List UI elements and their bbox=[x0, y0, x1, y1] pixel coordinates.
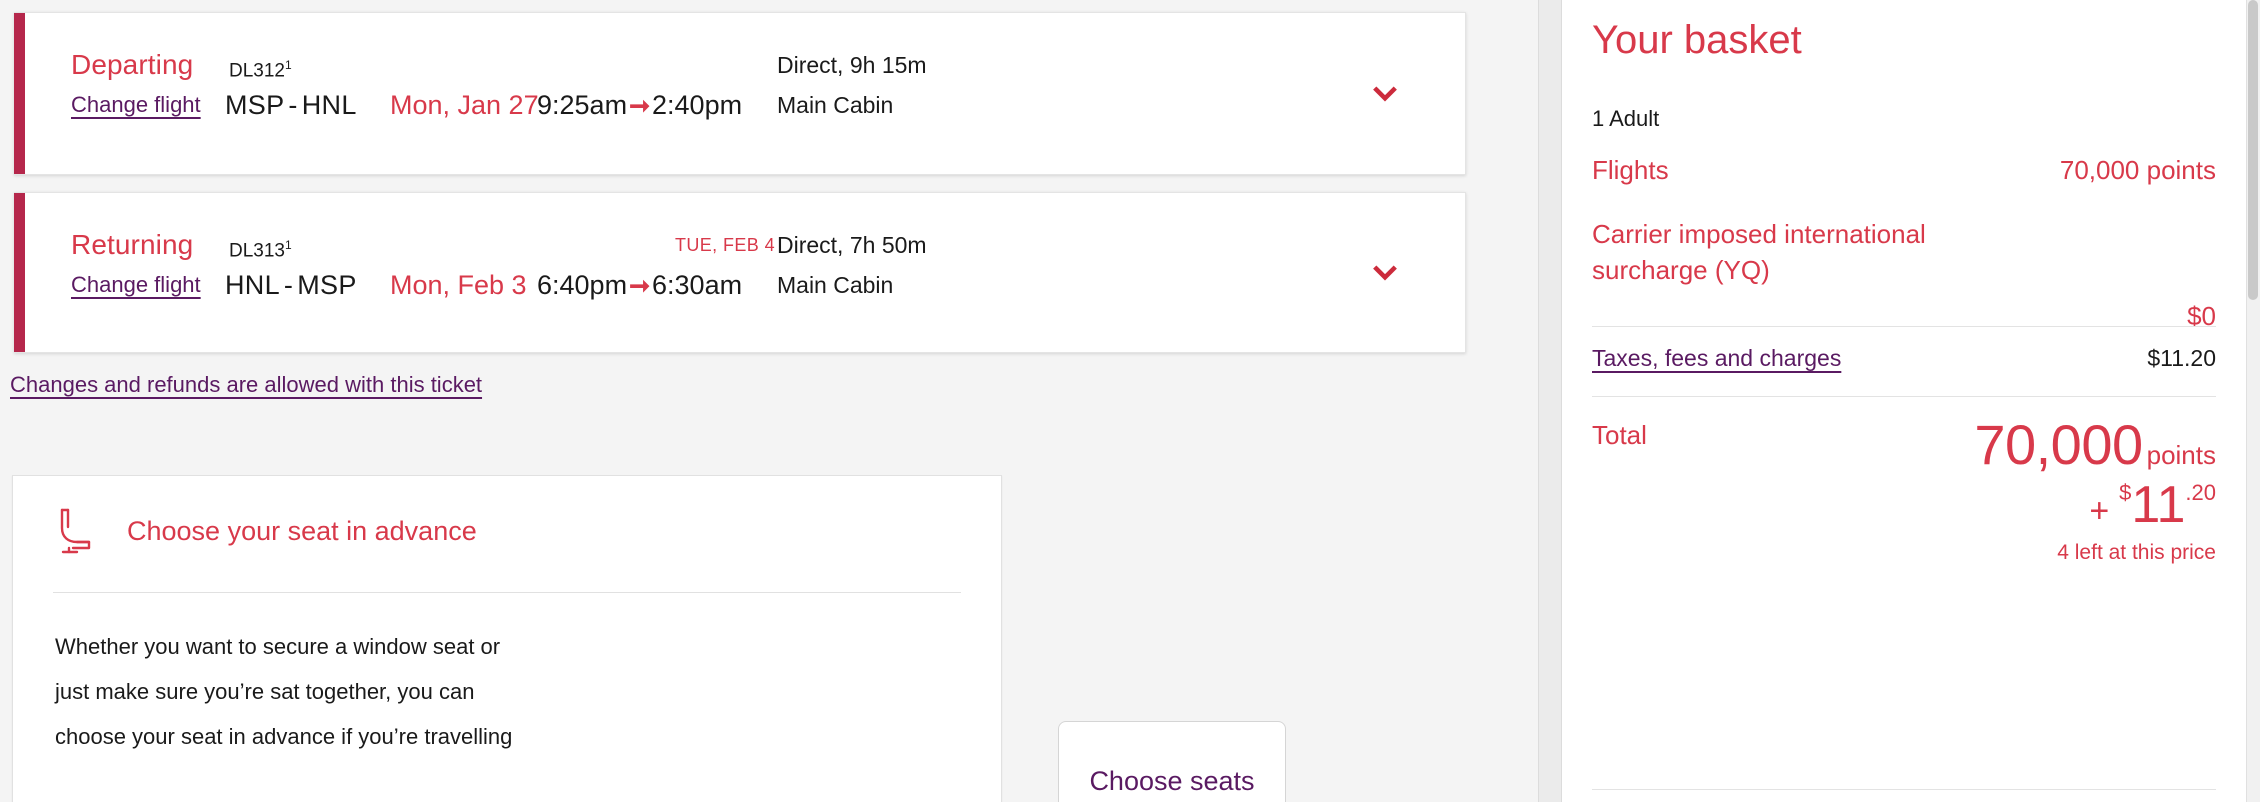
flight-date: Mon, Jan 27 bbox=[390, 90, 539, 120]
basket-row-taxes: Taxes, fees and charges $11.20 bbox=[1592, 342, 2216, 374]
flight-number-footnote: 1 bbox=[285, 238, 292, 252]
total-plus-sign: + bbox=[2089, 492, 2110, 530]
flight-row-bottom: Change flight HNL - MSP Mon, Feb 3 6:40pm➞… bbox=[25, 265, 1465, 305]
basket-panel: Your basket 1 Adult Flights 70,000 point… bbox=[1562, 0, 2260, 802]
seats-left-notice: 4 left at this price bbox=[2057, 541, 2216, 564]
destination-code: MSP bbox=[297, 270, 357, 300]
flight-card-departing[interactable]: Departing DL3121 Direct, 9h 15m Change f… bbox=[14, 12, 1466, 175]
chevron-down-icon[interactable] bbox=[1372, 260, 1398, 286]
itinerary-column: Departing DL3121 Direct, 9h 15m Change f… bbox=[0, 0, 1538, 802]
flight-row-bottom: Change flight MSP - HNL Mon, Jan 27 9:25am… bbox=[25, 85, 1465, 125]
choose-seat-title: Choose your seat in advance bbox=[127, 515, 477, 546]
arrow-right-icon: ➞ bbox=[629, 92, 651, 120]
currency-symbol: $ bbox=[2119, 480, 2132, 505]
change-flight-link[interactable]: Change flight bbox=[71, 85, 201, 125]
duration-label: Direct, 9h 15m bbox=[777, 52, 927, 78]
origin-code: MSP bbox=[225, 90, 285, 120]
flight-number-footnote: 1 bbox=[285, 58, 292, 72]
depart-time: 6:40pm bbox=[537, 270, 628, 300]
total-points-line: 70,000 points bbox=[1592, 412, 2216, 477]
page-root: Departing DL3121 Direct, 9h 15m Change f… bbox=[0, 0, 2260, 802]
route: MSP - HNL bbox=[225, 85, 357, 125]
arrival-day-badge: TUE, FEB 4 bbox=[674, 235, 775, 255]
flight-card-returning[interactable]: Returning DL3131 TUE, FEB 4 Direct, 7h 5… bbox=[14, 192, 1466, 353]
page-scrollbar[interactable] bbox=[2246, 0, 2260, 802]
destination-code: HNL bbox=[301, 90, 357, 120]
total-label: Total bbox=[1592, 420, 1647, 450]
page-scrollbar-thumb[interactable] bbox=[2248, 0, 2258, 300]
flight-row-top: Returning DL3131 TUE, FEB 4 Direct, 7h 5… bbox=[25, 225, 1465, 265]
duration-label: Direct, 7h 50m bbox=[777, 232, 927, 258]
basket-divider bbox=[1592, 789, 2216, 790]
changes-refunds-link[interactable]: Changes and refunds are allowed with thi… bbox=[10, 372, 482, 398]
basket-flights-value: 70,000 points bbox=[2059, 155, 2216, 185]
seat-description-line: Whether you want to secure a window seat… bbox=[55, 634, 501, 659]
arrive-time: 2:40pm bbox=[652, 90, 743, 120]
column-gutter bbox=[1538, 0, 1562, 802]
basket-total-block: Total 70,000 points + $11.20 4 left at thi… bbox=[1592, 412, 2216, 565]
flight-number-text: DL313 bbox=[229, 240, 285, 262]
taxes-fees-link[interactable]: Taxes, fees and charges bbox=[1592, 342, 1841, 374]
flight-date: Mon, Feb 3 bbox=[390, 270, 527, 300]
total-cash-whole: 11 bbox=[2131, 476, 2186, 534]
card-accent-bar bbox=[14, 193, 25, 352]
total-points-number: 70,000 bbox=[1974, 413, 2143, 476]
total-cash-line: + $11.20 bbox=[1592, 479, 2216, 531]
flight-times: 9:25am➞2:40pm bbox=[537, 85, 742, 126]
arrive-time: 6:30am bbox=[652, 270, 743, 300]
chevron-down-icon[interactable] bbox=[1372, 81, 1398, 107]
choose-seat-header: Choose your seat in advance bbox=[13, 476, 477, 586]
choose-seat-description: Whether you want to secure a window seat… bbox=[55, 624, 695, 759]
choose-seat-card: Choose your seat in advance Whether you … bbox=[12, 475, 1002, 802]
airline-seat-icon bbox=[55, 508, 97, 554]
depart-time: 9:25am bbox=[537, 90, 628, 120]
total-cash-cents: .20 bbox=[2185, 480, 2216, 505]
seat-description-line: choose your seat in advance if you’re tr… bbox=[55, 724, 513, 749]
basket-flights-label: Flights bbox=[1592, 155, 1669, 185]
passenger-count: 1 Adult bbox=[1592, 106, 1660, 131]
route: HNL - MSP bbox=[225, 265, 357, 305]
flight-number-text: DL312 bbox=[229, 60, 285, 82]
flight-card-content: Departing DL3121 Direct, 9h 15m Change f… bbox=[25, 13, 1465, 174]
cabin-label: Main Cabin bbox=[777, 272, 894, 298]
basket-surcharge-value: $0 bbox=[2187, 301, 2216, 331]
origin-code: HNL bbox=[225, 270, 280, 300]
route-dash: - bbox=[288, 90, 298, 120]
total-amounts: 70,000 points + $11.20 4 left at this pric… bbox=[1592, 412, 2216, 565]
total-points-word: points bbox=[2146, 440, 2216, 470]
taxes-fees-value: $11.20 bbox=[2147, 345, 2216, 371]
route-dash: - bbox=[283, 270, 294, 300]
choose-seats-button[interactable]: Choose seats bbox=[1058, 721, 1286, 802]
flight-row-top: Departing DL3121 Direct, 9h 15m bbox=[25, 45, 1465, 85]
direction-label: Departing bbox=[71, 49, 194, 80]
flight-card-content: Returning DL3131 TUE, FEB 4 Direct, 7h 5… bbox=[25, 193, 1465, 352]
flight-times: 6:40pm➞6:30am bbox=[537, 265, 742, 306]
basket-title: Your basket bbox=[1592, 18, 1802, 62]
basket-surcharge-label: Carrier imposed international surcharge … bbox=[1592, 219, 1926, 285]
cabin-label: Main Cabin bbox=[777, 92, 894, 118]
basket-divider bbox=[1592, 396, 2216, 397]
arrow-right-icon: ➞ bbox=[629, 272, 651, 300]
change-flight-link[interactable]: Change flight bbox=[71, 265, 201, 305]
seat-card-divider bbox=[53, 592, 961, 593]
basket-divider bbox=[1592, 326, 2216, 327]
card-accent-bar bbox=[14, 13, 25, 174]
basket-row-flights: Flights 70,000 points bbox=[1592, 152, 2216, 188]
seat-description-line: just make sure you’re sat together, you … bbox=[55, 679, 475, 704]
direction-label: Returning bbox=[71, 229, 194, 260]
basket-row-surcharge: Carrier imposed international surcharge … bbox=[1592, 216, 2216, 334]
